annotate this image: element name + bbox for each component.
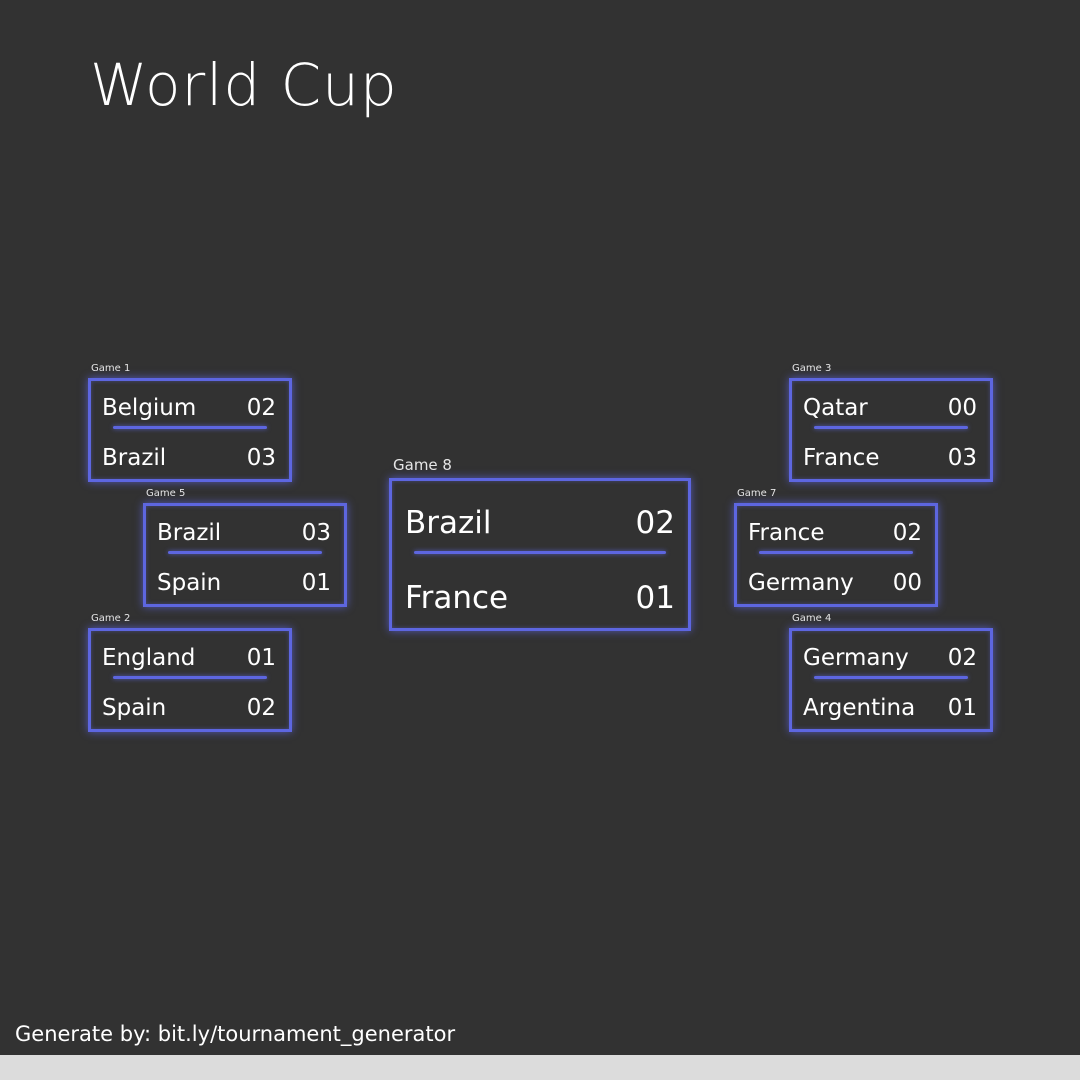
- team-row: France 01: [405, 578, 675, 618]
- game-card-7: Game 7 France 02 Germany 00: [734, 489, 938, 607]
- team-score: 03: [301, 519, 331, 546]
- game-label: Game 3: [792, 363, 832, 374]
- team-name: Germany: [803, 644, 909, 671]
- game-label: Game 2: [91, 613, 131, 624]
- team-score: 02: [947, 644, 977, 671]
- team-score: 03: [947, 444, 977, 471]
- team-name: Brazil: [157, 519, 222, 546]
- match-divider: [168, 551, 322, 554]
- match-divider: [113, 426, 267, 429]
- game-label: Game 8: [393, 456, 452, 474]
- game-card-1: Game 1 Belgium 02 Brazil 03: [88, 364, 292, 482]
- game-label: Game 4: [792, 613, 832, 624]
- team-name: Spain: [102, 694, 167, 721]
- team-score: 02: [246, 394, 276, 421]
- team-row: Spain 01: [157, 567, 331, 599]
- team-score: 00: [947, 394, 977, 421]
- team-row: Qatar 00: [803, 392, 977, 424]
- team-row: Germany 00: [748, 567, 922, 599]
- game-label: Game 5: [146, 488, 186, 499]
- team-name: Argentina: [803, 694, 916, 721]
- match-divider: [814, 676, 968, 679]
- team-name: France: [748, 519, 825, 546]
- team-score: 01: [947, 694, 977, 721]
- game-label: Game 1: [91, 363, 131, 374]
- game-card-5: Game 5 Brazil 03 Spain 01: [143, 489, 347, 607]
- team-name: England: [102, 644, 196, 671]
- team-name: Germany: [748, 569, 854, 596]
- team-name: Belgium: [102, 394, 197, 421]
- bottom-bar: [0, 1055, 1080, 1080]
- team-score: 01: [635, 579, 675, 616]
- team-name: France: [405, 579, 509, 616]
- game-card-8: Game 8 Brazil 02 France 01: [389, 458, 691, 631]
- team-row: Brazil 03: [102, 442, 276, 474]
- team-row: England 01: [102, 642, 276, 674]
- team-row: France 02: [748, 517, 922, 549]
- game-card-3: Game 3 Qatar 00 France 03: [789, 364, 993, 482]
- game-label: Game 7: [737, 488, 777, 499]
- game-card-2: Game 2 England 01 Spain 02: [88, 614, 292, 732]
- match-divider: [113, 676, 267, 679]
- team-score: 03: [246, 444, 276, 471]
- team-score: 00: [892, 569, 922, 596]
- team-score: 01: [246, 644, 276, 671]
- footer-credit: Generate by: bit.ly/tournament_generator: [15, 1022, 456, 1046]
- team-row: Brazil 02: [405, 503, 675, 543]
- team-row: Argentina 01: [803, 692, 977, 724]
- team-name: Qatar: [803, 394, 868, 421]
- match-divider: [414, 551, 666, 554]
- team-score: 02: [246, 694, 276, 721]
- team-score: 02: [635, 504, 675, 541]
- team-row: Spain 02: [102, 692, 276, 724]
- team-row: Brazil 03: [157, 517, 331, 549]
- team-name: Brazil: [405, 504, 492, 541]
- match-divider: [814, 426, 968, 429]
- team-row: France 03: [803, 442, 977, 474]
- team-name: Brazil: [102, 444, 167, 471]
- match-divider: [759, 551, 913, 554]
- team-score: 01: [301, 569, 331, 596]
- game-card-4: Game 4 Germany 02 Argentina 01: [789, 614, 993, 732]
- page-title: World Cup: [90, 51, 398, 119]
- team-score: 02: [892, 519, 922, 546]
- team-row: Germany 02: [803, 642, 977, 674]
- team-row: Belgium 02: [102, 392, 276, 424]
- team-name: France: [803, 444, 880, 471]
- team-name: Spain: [157, 569, 222, 596]
